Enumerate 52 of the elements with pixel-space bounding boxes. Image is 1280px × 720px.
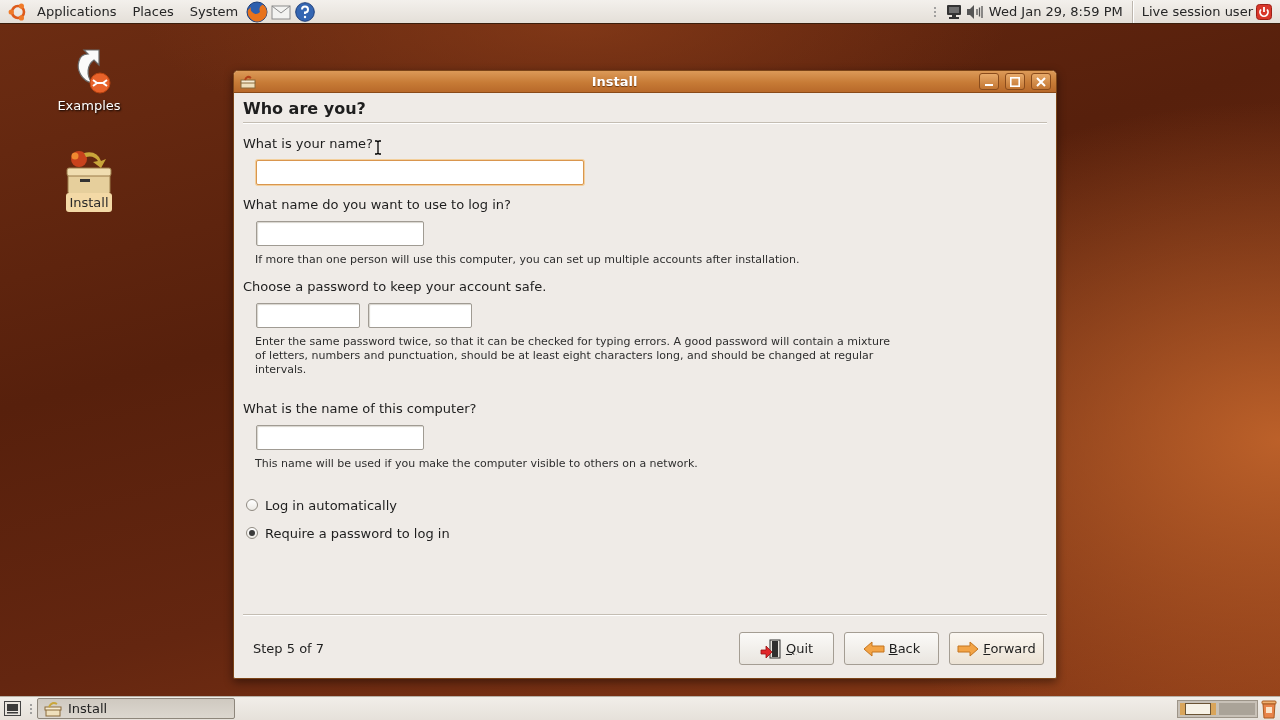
step-text: Step 5 of 7 xyxy=(253,641,325,656)
radio-option[interactable]: Require a password to log in xyxy=(246,523,450,543)
menu-item[interactable]: System xyxy=(181,0,247,23)
text-field[interactable] xyxy=(256,221,424,246)
minimize-button[interactable] xyxy=(979,73,999,90)
menu-item[interactable]: Applications xyxy=(29,0,125,23)
close-icon xyxy=(1036,76,1046,87)
text-field[interactable] xyxy=(256,160,584,185)
box-icon xyxy=(44,700,62,717)
workspace-switcher-cell[interactable] xyxy=(1219,702,1255,715)
forward-button[interactable]: Forward xyxy=(949,632,1044,665)
quit-button[interactable]: Quit xyxy=(739,632,834,665)
globe-icon[interactable] xyxy=(246,0,269,23)
user-menu[interactable]: Live session user xyxy=(1141,4,1253,19)
ring-logo-icon[interactable] xyxy=(8,1,28,22)
hint-text: This name will be used if you make the computer visible to others on a network. xyxy=(255,457,699,471)
page-heading: Who are you? xyxy=(243,100,367,118)
show-desktop-icon[interactable] xyxy=(4,701,21,716)
taskbar-button[interactable]: Install xyxy=(37,698,235,719)
monitor-icon[interactable] xyxy=(945,3,962,20)
workspace-switcher-cell[interactable] xyxy=(1180,702,1216,715)
desktop-icon-label[interactable]: Install xyxy=(66,193,112,212)
radio-option[interactable]: Log in automatically xyxy=(246,495,397,515)
clock-text[interactable]: Wed Jan 29, 8:59 PM xyxy=(988,4,1123,19)
text-field[interactable] xyxy=(256,425,424,450)
help-icon[interactable] xyxy=(295,1,316,22)
right-arrow-icon xyxy=(957,638,980,659)
desktop-icon-label[interactable]: Examples xyxy=(54,96,124,115)
box-icon[interactable] xyxy=(240,74,256,89)
field-label: Choose a password to keep your account safe. xyxy=(243,279,547,295)
handle-icon[interactable] xyxy=(932,5,937,18)
minimize-icon xyxy=(985,83,993,86)
field-label: What is your name? xyxy=(243,136,373,152)
menu-item[interactable]: Places xyxy=(124,0,182,23)
door-arrow-icon xyxy=(759,638,782,659)
maximize-icon xyxy=(1010,76,1020,87)
hint-text: Enter the same password twice, so that it can be checked for typing errors. A good password will contain a mixture of letters, numbers and punctuation, should be at least eight characters long, and should be changed at regular intervals. xyxy=(255,335,891,377)
trash-icon[interactable] xyxy=(1260,698,1278,719)
box-icon[interactable] xyxy=(64,149,114,195)
password-field[interactable] xyxy=(368,303,472,328)
maximize-button[interactable] xyxy=(1005,73,1025,90)
window-title: Install xyxy=(590,74,639,89)
hint-text: If more than one person will use this computer, you can set up multiple accounts after installation. xyxy=(255,253,801,267)
field-label: What is the name of this computer? xyxy=(243,401,477,417)
left-arrow-icon xyxy=(862,638,885,659)
close-button[interactable] xyxy=(1031,73,1051,90)
speaker-icon[interactable] xyxy=(965,3,984,20)
handle-icon[interactable] xyxy=(29,702,33,715)
password-field[interactable] xyxy=(256,303,360,328)
field-label: What name do you want to use to log in? xyxy=(243,197,511,213)
power-icon[interactable] xyxy=(1256,3,1272,20)
back-button[interactable]: Back xyxy=(844,632,939,665)
